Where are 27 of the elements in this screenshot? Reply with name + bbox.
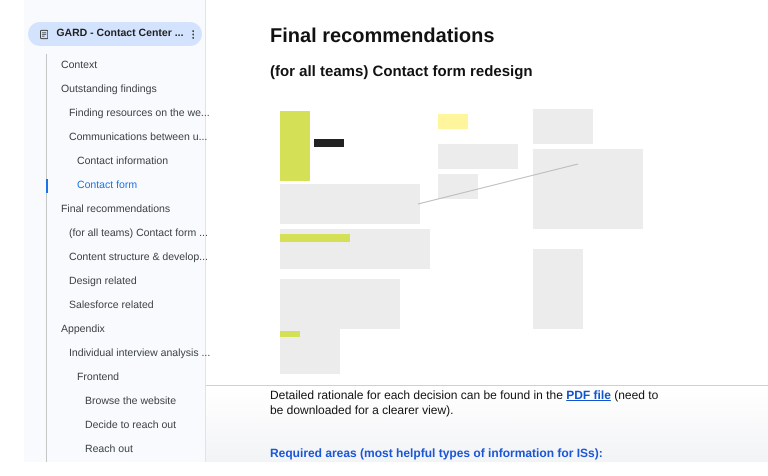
outline-item[interactable]: (for all teams) Contact form ... [47,226,208,242]
outline-item[interactable]: Appendix [47,322,105,338]
section-heading: Required areas (most helpful types of information for ISs): [270,445,604,462]
selection-marker [46,179,48,193]
outline-item[interactable]: Decide to reach out [47,418,176,434]
outline-item[interactable]: Contact form [47,178,138,194]
heading: Final recommendations [270,24,496,48]
outline-item[interactable]: Browse the website [47,394,176,410]
paragraph: Detailed rationale for each decision can be found in the PDF file (need to be downloaded for a clearer view). [270,388,660,418]
document-title: GARD - Contact Center ... [56,26,184,42]
outline-item[interactable]: Communications between u... [47,130,208,146]
outline-item[interactable]: Final recommendations [47,202,170,218]
outline-item[interactable]: Content structure & develop... [47,250,208,266]
pdf-link[interactable]: PDF file [566,388,611,402]
outline-item[interactable]: Individual interview analysis ... [47,346,210,362]
outline-item[interactable]: Contact information [47,154,168,170]
outline-item[interactable]: Outstanding findings [47,82,157,98]
document-tab[interactable]: GARD - Contact Center ... [28,22,202,46]
subheading: (for all teams) Contact form redesign [270,62,534,82]
outline-item[interactable]: Context [47,58,98,74]
outline-item[interactable]: Frontend [47,370,120,386]
outline-item[interactable]: Salesforce related [47,298,154,314]
document-icon [40,28,48,40]
outline-item[interactable]: Design related [47,274,137,290]
outline-item[interactable]: Reach out [47,442,133,458]
outline-item[interactable]: Finding resources on the we... [47,106,210,122]
more-icon[interactable] [192,28,194,40]
